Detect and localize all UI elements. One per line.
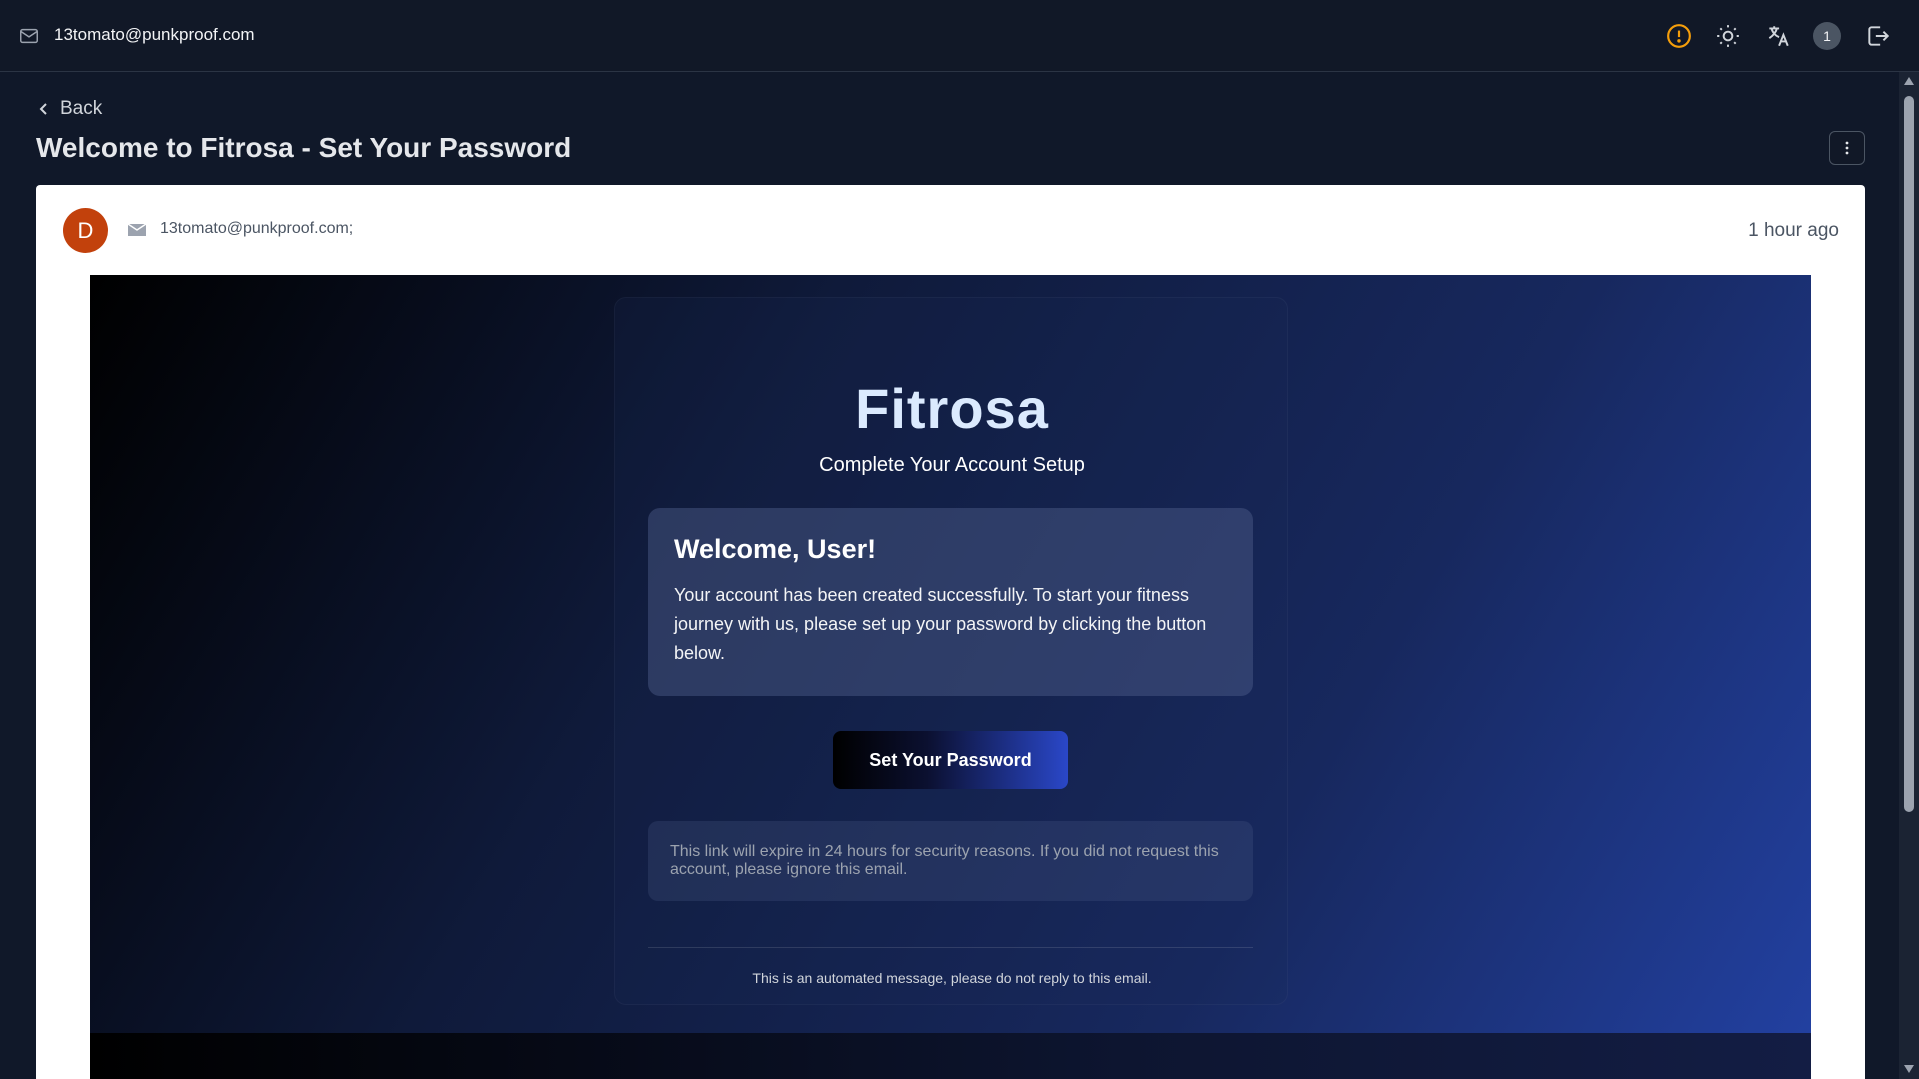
divider bbox=[648, 947, 1253, 948]
message-card: D 13tomato@punkproof.com; 1 hour ago Fit… bbox=[36, 185, 1865, 1079]
set-password-button[interactable]: Set Your Password bbox=[833, 731, 1068, 789]
more-vertical-icon bbox=[1845, 141, 1849, 155]
chevron-left-icon bbox=[39, 103, 47, 115]
avatar: D bbox=[63, 208, 108, 253]
back-label: Back bbox=[60, 98, 103, 119]
automated-note: This is an automated message, please do … bbox=[752, 970, 1152, 986]
envelope-icon bbox=[127, 222, 147, 238]
translate-icon[interactable] bbox=[1763, 21, 1793, 51]
notification-count-badge[interactable]: 1 bbox=[1813, 22, 1841, 50]
scroll-down-arrow-icon[interactable] bbox=[1903, 1064, 1915, 1074]
back-link[interactable]: Back bbox=[36, 98, 102, 120]
welcome-box: Welcome, User! Your account has been cre… bbox=[648, 508, 1253, 696]
scrollbar[interactable] bbox=[1899, 72, 1919, 1079]
message-timestamp: 1 hour ago bbox=[1748, 220, 1839, 241]
scrollbar-thumb[interactable] bbox=[1904, 96, 1914, 812]
welcome-text: Your account has been created successful… bbox=[674, 585, 1207, 663]
page-title: Welcome to Fitrosa - Set Your Password bbox=[36, 132, 572, 163]
welcome-title: Welcome, User! bbox=[674, 534, 877, 564]
account-email: 13tomato@punkproof.com bbox=[54, 25, 255, 44]
email-panel: Fitrosa Complete Your Account Setup Welc… bbox=[614, 297, 1288, 1005]
recipient-list: 13tomato@punkproof.com; bbox=[160, 220, 354, 237]
scroll-up-arrow-icon[interactable] bbox=[1903, 76, 1915, 86]
more-options-button[interactable] bbox=[1829, 131, 1865, 165]
email-subtitle: Complete Your Account Setup bbox=[819, 454, 1085, 476]
logout-icon[interactable] bbox=[1863, 21, 1893, 51]
top-bar: 13tomato@punkproof.com 1 bbox=[0, 0, 1919, 72]
mail-icon bbox=[18, 25, 40, 47]
email-footer-strip bbox=[90, 1033, 1811, 1079]
email-body: Fitrosa Complete Your Account Setup Welc… bbox=[90, 275, 1811, 1033]
sun-icon[interactable] bbox=[1713, 21, 1743, 51]
alert-icon[interactable] bbox=[1664, 21, 1694, 51]
expiry-notice: This link will expire in 24 hours for se… bbox=[648, 821, 1253, 901]
brand-logo-text: Fitrosa bbox=[855, 377, 1049, 440]
